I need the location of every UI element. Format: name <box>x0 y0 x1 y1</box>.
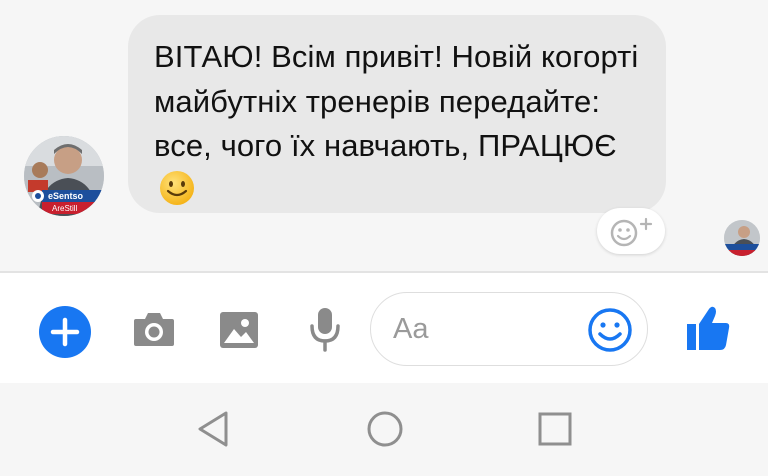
message-input[interactable] <box>393 307 583 351</box>
system-navigation-bar <box>0 383 768 476</box>
avatar-badge-line-2: AreStill <box>52 204 78 213</box>
add-reaction-icon <box>610 217 653 247</box>
message-composer <box>0 273 768 383</box>
message-text: ВІТАЮ! Всім привіт! Новій когорті майбут… <box>154 39 639 163</box>
read-receipt-avatar <box>724 220 760 256</box>
read-receipt-avatar-image <box>724 220 760 256</box>
microphone-icon[interactable] <box>308 306 342 357</box>
conversation-area: eSentso AreStill ВІТАЮ! Всім привіт! Нов… <box>0 0 768 271</box>
avatar-badge-line-1: eSentso <box>48 191 84 201</box>
recents-icon[interactable] <box>538 412 572 451</box>
plus-icon[interactable] <box>39 306 91 358</box>
received-message-bubble[interactable]: ВІТАЮ! Всім привіт! Новій когорті майбут… <box>128 15 666 213</box>
sender-avatar-image: eSentso AreStill <box>24 136 104 216</box>
emoji-icon[interactable] <box>587 307 633 358</box>
sender-avatar[interactable]: eSentso AreStill <box>24 136 104 216</box>
message-field[interactable] <box>370 292 648 366</box>
slightly-smiling-face-icon <box>160 170 194 205</box>
camera-icon[interactable] <box>132 310 176 353</box>
home-icon[interactable] <box>366 410 404 453</box>
back-icon[interactable] <box>196 410 230 453</box>
add-reaction-button[interactable] <box>597 208 665 254</box>
image-icon[interactable] <box>218 310 260 355</box>
thumbs-up-icon[interactable] <box>685 304 731 357</box>
